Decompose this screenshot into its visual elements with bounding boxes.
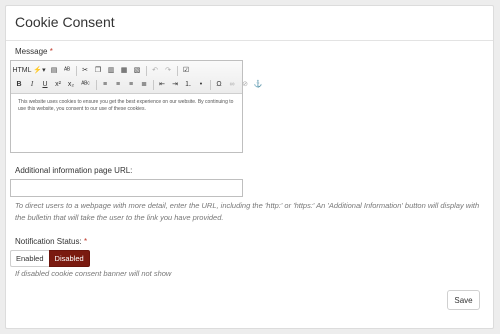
required-mark: * [49, 47, 53, 56]
undo-icon[interactable]: ↶ [150, 66, 160, 76]
copy-icon[interactable]: ❐ [93, 66, 103, 76]
align-right-icon[interactable]: ≡ [126, 80, 136, 90]
enabled-option[interactable]: Enabled [10, 250, 49, 267]
panel-header: Cookie Consent [6, 6, 493, 41]
indent-icon[interactable]: ⇥ [170, 80, 180, 90]
notification-status-toggle: Enabled Disabled [10, 250, 90, 267]
required-mark: * [83, 237, 88, 246]
message-label-text: Message [15, 47, 48, 56]
toolbar-separator [76, 65, 77, 76]
print-icon[interactable]: ▤ [49, 66, 59, 76]
italic-icon[interactable]: I [27, 80, 37, 90]
status-help-text: If disabled cookie consent banner will n… [15, 269, 172, 278]
link-icon[interactable]: ∞ [227, 80, 237, 90]
editor-toolbar: HTML ⚡▾ ▤ ᴬᴮ ✂ ❐ ▥ ▦ ▧ ↶ ↷ ☑ B I Ux² x₂ ᴬᴮᶜ ≡ ≡ ≡ ≣ ⇤ ⇥ ⒈ • Ω ∞ ⊘ ⚓ [11, 61, 262, 94]
omega-icon[interactable]: Ω [214, 80, 224, 90]
message-editor[interactable]: HTML ⚡▾ ▤ ᴬᴮ ✂ ❐ ▥ ▦ ▧ ↶ ↷ ☑ B I Ux² x₂ ᴬᴮᶜ ≡ ≡ ≡ ≣ ⇤ ⇥ ⒈ • Ω ∞ ⊘ ⚓… [10, 60, 262, 153]
underline-icon[interactable]: U [40, 80, 50, 90]
outdent-icon[interactable]: ⇤ [157, 80, 167, 90]
paste-text-icon[interactable]: ▦ [119, 66, 129, 76]
superscript-icon[interactable]: x² [53, 80, 63, 90]
message-editor-content[interactable]: This website uses cookies to ensure you … [18, 99, 238, 113]
align-left-icon[interactable]: ≡ [100, 80, 110, 90]
special-char-dropdown-icon[interactable]: ⚡▾ [33, 66, 46, 76]
source-html-icon[interactable]: HTML [12, 66, 31, 76]
bullet-list-icon[interactable]: • [196, 80, 206, 90]
unlink-icon[interactable]: ⊘ [240, 80, 250, 90]
toolbar-separator [177, 65, 178, 76]
paste-icon[interactable]: ▥ [106, 66, 116, 76]
align-center-icon[interactable]: ≡ [113, 80, 123, 90]
paste-word-icon[interactable]: ▧ [132, 66, 142, 76]
toolbar-separator [96, 79, 97, 90]
notification-status-label-text: Notification Status: [15, 237, 82, 246]
disabled-option[interactable]: Disabled [48, 250, 90, 267]
url-field-label: Additional information page URL: [15, 166, 133, 175]
notification-status-label: Notification Status: * [15, 237, 87, 246]
message-label: Message * [15, 47, 53, 56]
find-replace-icon[interactable]: ☑ [181, 66, 191, 76]
url-help-text: To direct users to a webpage with more d… [15, 201, 480, 222]
numbered-list-icon[interactable]: ⒈ [183, 80, 193, 90]
bold-icon[interactable]: B [14, 80, 24, 90]
subscript-icon[interactable]: x₂ [66, 80, 76, 90]
toolbar-separator [146, 65, 147, 76]
cut-icon[interactable]: ✂ [80, 66, 90, 76]
justify-icon[interactable]: ≣ [139, 80, 149, 90]
toolbar-row-1: HTML ⚡▾ ▤ ᴬᴮ ✂ ❐ ▥ ▦ ▧ ↶ ↷ ☑ [12, 64, 194, 77]
toolbar-row-2: B I Ux² x₂ ᴬᴮᶜ ≡ ≡ ≡ ≣ ⇤ ⇥ ⒈ • Ω ∞ ⊘ ⚓ [14, 78, 266, 91]
anchor-icon[interactable]: ⚓ [253, 80, 263, 90]
toolbar-separator [153, 79, 154, 90]
save-button[interactable]: Save [447, 290, 480, 310]
spellcheck-icon[interactable]: ᴬᴮ [62, 66, 72, 76]
strikethrough-icon[interactable]: ᴬᴮᶜ [79, 80, 92, 90]
additional-info-url-input[interactable] [10, 179, 243, 197]
redo-icon[interactable]: ↷ [163, 66, 173, 76]
page-title: Cookie Consent [15, 14, 115, 30]
toolbar-separator [210, 79, 211, 90]
